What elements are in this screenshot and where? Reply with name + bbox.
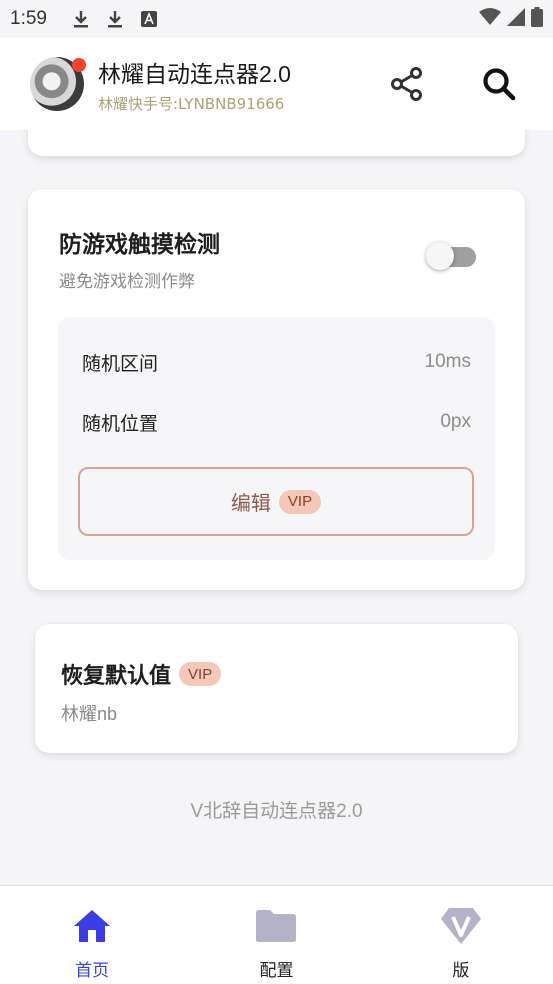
- nav-item-config[interactable]: 配置: [184, 886, 368, 984]
- vip-badge: VIP: [278, 489, 322, 514]
- nav-item-version[interactable]: 版: [369, 886, 553, 984]
- reset-title-row: 恢复默认值 VIP: [61, 658, 222, 690]
- signal-icon: [507, 7, 525, 31]
- download-icon: [103, 7, 127, 31]
- title-block: 林耀自动连点器2.0 林耀快手号:LYNBNB91666: [98, 55, 291, 114]
- home-icon: [71, 906, 113, 946]
- diamond-v-icon: [440, 906, 482, 946]
- avatar[interactable]: [30, 57, 86, 111]
- notification-dot: [72, 58, 86, 72]
- search-icon[interactable]: [479, 64, 519, 104]
- font-icon: [137, 7, 161, 31]
- toggle-knob: [426, 242, 454, 270]
- app-title: 林耀自动连点器2.0: [98, 60, 291, 87]
- reset-title: 恢复默认值: [61, 664, 172, 689]
- footer-version-text: V北辞自动连点器2.0: [190, 801, 363, 822]
- vip-badge: VIP: [179, 662, 222, 686]
- status-bar: 1:59: [0, 0, 553, 38]
- random-interval-label: 随机区间: [82, 353, 159, 375]
- share-icon[interactable]: [387, 64, 427, 104]
- anti-detect-card: 防游戏触摸检测 避免游戏检测作弊 随机区间 10ms 随机位置 0px 编辑 V…: [28, 189, 525, 590]
- reset-defaults-card[interactable]: 恢复默认值 VIP 林耀nb: [35, 624, 518, 753]
- random-position-value: 0px: [440, 411, 471, 432]
- random-position-label: 随机位置: [82, 413, 159, 435]
- nav-label-home: 首页: [75, 961, 110, 981]
- edit-label: 编辑: [230, 493, 271, 515]
- battery-icon: [531, 6, 543, 32]
- status-time: 1:59: [10, 8, 47, 29]
- folder-icon: [255, 906, 297, 946]
- anti-detect-toggle[interactable]: [426, 242, 478, 270]
- anti-detect-description: 避免游戏检测作弊: [59, 272, 195, 292]
- app-header: 林耀自动连点器2.0 林耀快手号:LYNBNB91666: [0, 38, 553, 130]
- app-subtitle: 林耀快手号:LYNBNB91666: [98, 94, 285, 113]
- nav-item-home[interactable]: 首页: [0, 886, 184, 984]
- randomization-panel: 随机区间 10ms 随机位置 0px 编辑 VIP: [58, 317, 495, 560]
- wifi-icon: [479, 7, 501, 31]
- anti-detect-title: 防游戏触摸检测: [59, 232, 220, 258]
- download-icon: [69, 7, 93, 31]
- nav-label-config: 配置: [259, 961, 294, 981]
- reset-description: 林耀nb: [61, 704, 118, 724]
- nav-label-version: 版: [452, 961, 470, 981]
- header-actions: [387, 64, 523, 104]
- edit-button[interactable]: 编辑 VIP: [78, 467, 474, 536]
- bottom-nav: 首页 配置 版: [0, 885, 553, 984]
- random-interval-value: 10ms: [424, 351, 471, 372]
